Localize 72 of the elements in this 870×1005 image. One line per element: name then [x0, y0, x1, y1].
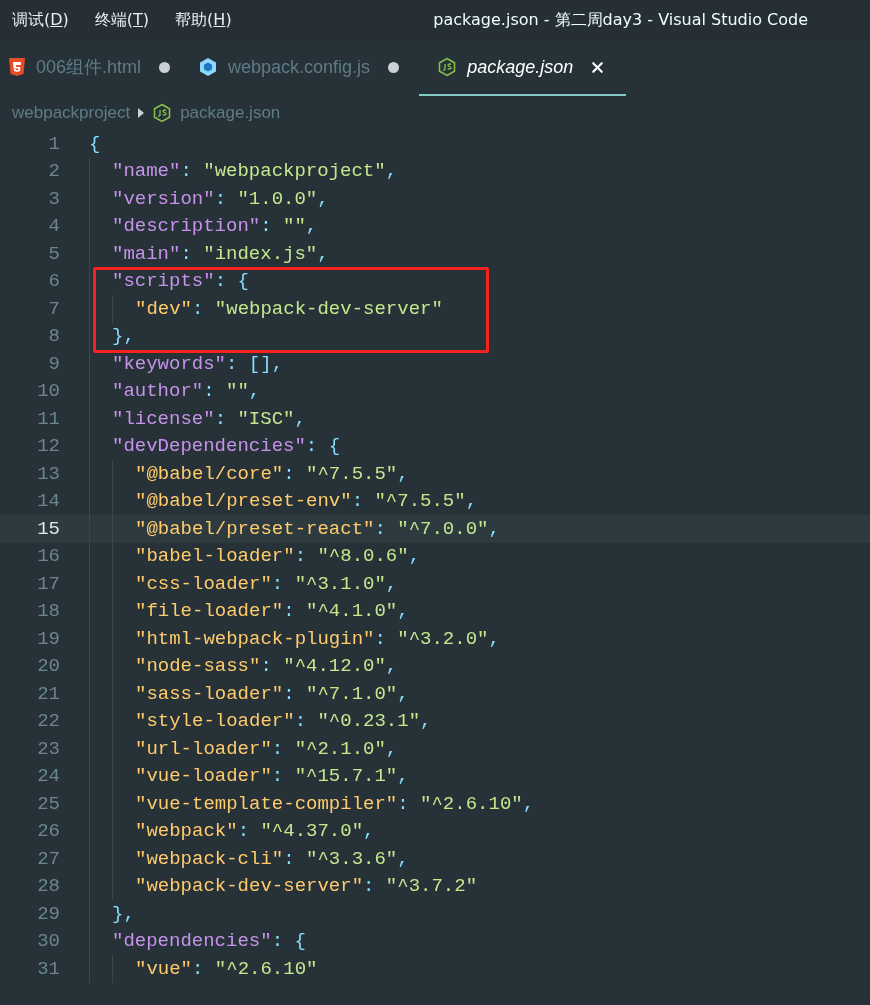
code-line: "scripts": { — [112, 269, 249, 294]
code-line: "@babel/preset-react": "^7.0.0", — [135, 516, 500, 542]
line-number: 9 — [47, 351, 60, 377]
code-line: "url-loader": "^2.1.0", — [135, 736, 398, 762]
code-line: "webpack": "^4.37.0", — [135, 819, 375, 844]
line-number: 6 — [47, 269, 60, 294]
menu-item[interactable]: 调试(D) — [12, 8, 69, 32]
line-number: 11 — [36, 406, 60, 432]
line-number: 14 — [36, 489, 60, 514]
code-line: }, — [112, 324, 135, 349]
code-line: }, — [112, 901, 135, 927]
code-line: { — [89, 131, 101, 157]
line-number: 15 — [36, 516, 60, 542]
line-number: 30 — [36, 929, 60, 954]
line-number: 28 — [36, 874, 60, 899]
code-line: "vue-loader": "^15.7.1", — [135, 764, 409, 789]
cube-icon — [198, 57, 219, 77]
menu-item[interactable]: 终端(T) — [94, 8, 150, 32]
line-number: 27 — [36, 846, 60, 872]
code-line: "node-sass": "^4.12.0", — [135, 654, 398, 679]
code-line: "keywords": [], — [112, 351, 284, 377]
line-number: 26 — [36, 819, 60, 844]
code-line: "html-webpack-plugin": "^3.2.0", — [135, 626, 500, 652]
code-line: "css-loader": "^3.1.0", — [135, 571, 398, 597]
code-line: "main": "index.js", — [112, 241, 329, 267]
line-number: 18 — [36, 599, 60, 624]
line-number: 12 — [36, 434, 60, 459]
line-number: 29 — [36, 901, 60, 927]
js-hexagon-icon — [152, 103, 173, 123]
line-number: 22 — [36, 709, 60, 734]
code-line: "@babel/preset-env": "^7.5.5", — [135, 489, 478, 514]
code-line: "dependencies": { — [112, 929, 306, 954]
code-line: "name": "webpackproject", — [112, 159, 398, 184]
line-number: 21 — [36, 681, 60, 707]
code-line: "license": "ISC", — [112, 406, 306, 432]
line-number: 3 — [47, 186, 60, 212]
code-line: "devDependencies": { — [112, 434, 341, 459]
chevron-right-icon — [138, 108, 145, 118]
line-number: 13 — [36, 461, 60, 487]
js-hexagon-icon — [437, 57, 458, 77]
code-line: "babel-loader": "^8.0.6", — [135, 544, 421, 569]
line-number: 10 — [36, 379, 60, 404]
line-number: 8 — [47, 324, 60, 349]
line-number: 19 — [36, 626, 60, 652]
editor-tab[interactable]: package.json — [419, 40, 627, 96]
line-number: 25 — [36, 791, 60, 817]
line-number: 1 — [47, 131, 60, 157]
window-title: package.json - 第二周day3 - Visual Studio Code — [433, 9, 808, 31]
line-number: 4 — [47, 214, 60, 239]
line-number: 7 — [47, 296, 60, 322]
code-line: "vue-template-compiler": "^2.6.10", — [135, 791, 535, 817]
line-number: 16 — [36, 544, 60, 569]
line-number: 24 — [36, 764, 60, 789]
menu-item[interactable]: 帮助(H) — [175, 8, 232, 32]
code-line: "file-loader": "^4.1.0", — [135, 599, 409, 624]
html-shield-icon — [8, 57, 26, 77]
code-line: "description": "", — [112, 214, 318, 239]
code-line: "author": "", — [112, 379, 261, 404]
line-number: 31 — [36, 956, 60, 982]
line-number: 23 — [36, 736, 60, 762]
code-line: "version": "1.0.0", — [112, 186, 329, 212]
code-line: "webpack-cli": "^3.3.6", — [135, 846, 409, 872]
code-line: "webpack-dev-server": "^3.7.2" — [135, 874, 478, 899]
line-number: 17 — [36, 571, 60, 597]
line-number: 2 — [47, 159, 60, 184]
line-number: 20 — [36, 654, 60, 679]
code-line: "vue": "^2.6.10" — [135, 956, 318, 982]
code-line: "style-loader": "^0.23.1", — [135, 709, 432, 734]
code-line: "@babel/core": "^7.5.5", — [135, 461, 409, 487]
code-line: "sass-loader": "^7.1.0", — [135, 681, 409, 707]
code-line: "dev": "webpack-dev-server" — [135, 296, 443, 322]
line-number: 5 — [47, 241, 60, 267]
